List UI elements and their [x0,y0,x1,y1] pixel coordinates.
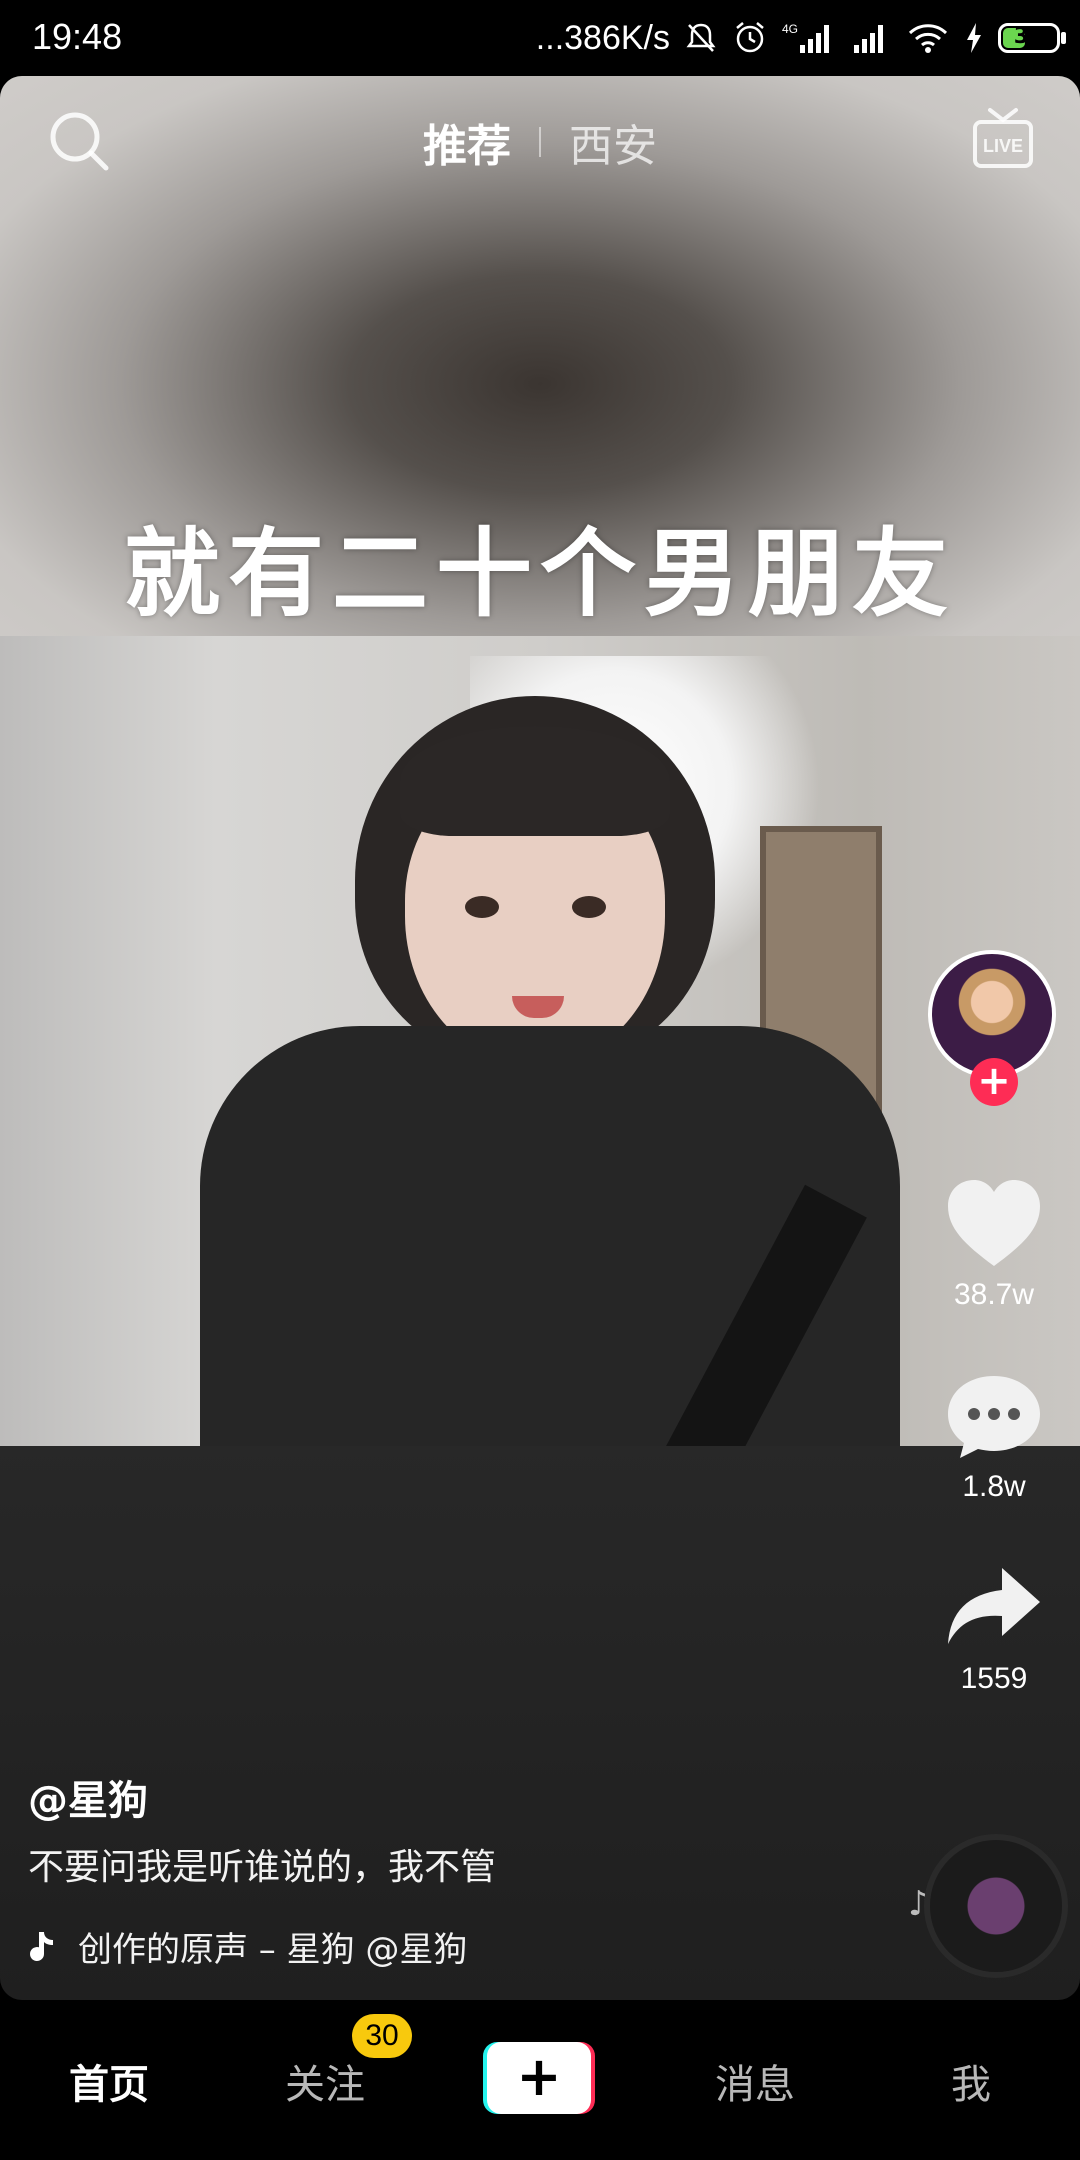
music-row[interactable]: 创作的原声 – 星狗 @星狗 [28,1922,568,1971]
tab-divider [539,127,541,157]
comment-count: 1.8w [962,1470,1026,1503]
battery-percent: 30 [1013,24,1045,49]
network-speed: ...386K/s [535,18,670,57]
status-icons: ...386K/s 4G 30 [535,14,1066,62]
person [200,696,900,1446]
charging-icon [967,23,981,53]
following-badge: 30 [352,2014,412,2058]
like-button[interactable]: 38.7w [924,1178,1064,1312]
live-label: LIVE [983,136,1023,156]
status-bar: 19:48 ...386K/s 4G 30 [0,0,1080,76]
alarm-icon [736,22,764,53]
mute-bell-icon [686,23,716,52]
plus-icon: + [487,2042,591,2114]
tab-city[interactable]: 西安 [569,110,657,174]
network-type-label: 4G [782,22,798,36]
share-arrow-icon [948,1568,1040,1644]
tab-recommend[interactable]: 推荐 [423,110,511,174]
battery-icon: 30 [998,23,1066,53]
share-button[interactable]: 1559 [924,1562,1064,1696]
video-frame [0,636,1080,1446]
nav-me[interactable]: 我 [906,2052,1036,2110]
nav-following[interactable]: 关注 [260,2052,390,2110]
music-note-icon [30,1931,53,1961]
follow-button[interactable]: + [970,1058,1018,1106]
floating-note-icon: ♪ [908,1884,930,1924]
live-icon[interactable]: LIVE [972,106,1034,170]
comment-button[interactable]: 1.8w [924,1370,1064,1504]
music-title: 创作的原声 – 星狗 @星狗 [78,1930,468,1970]
video-description: 不要问我是听谁说的，我不管 [28,1847,497,1888]
top-tabs: 推荐 西安 [0,110,1080,174]
comment-icon [948,1376,1040,1458]
music-disc[interactable] [930,1840,1062,1972]
video-subtitle: 就有二十个男朋友 [124,518,956,630]
share-count: 1559 [960,1662,1028,1695]
author-name[interactable]: @星狗 [28,1768,148,1826]
bottom-navigation: 首页 关注 30 + 消息 我 [0,2000,1080,2160]
heart-icon [948,1180,1040,1266]
wifi-icon [908,24,948,53]
create-button[interactable]: + [483,2042,595,2114]
signal-icon: 4G [782,22,829,53]
signal-icon [854,25,883,53]
video-player[interactable]: 就有二十个男朋友 推荐 西安 LIVE + 38.7w 1.8w 1559 [0,76,1080,2000]
like-count: 38.7w [953,1278,1035,1311]
nav-messages[interactable]: 消息 [690,2052,820,2110]
status-time: 19:48 [32,16,123,57]
nav-home[interactable]: 首页 [44,2052,174,2110]
